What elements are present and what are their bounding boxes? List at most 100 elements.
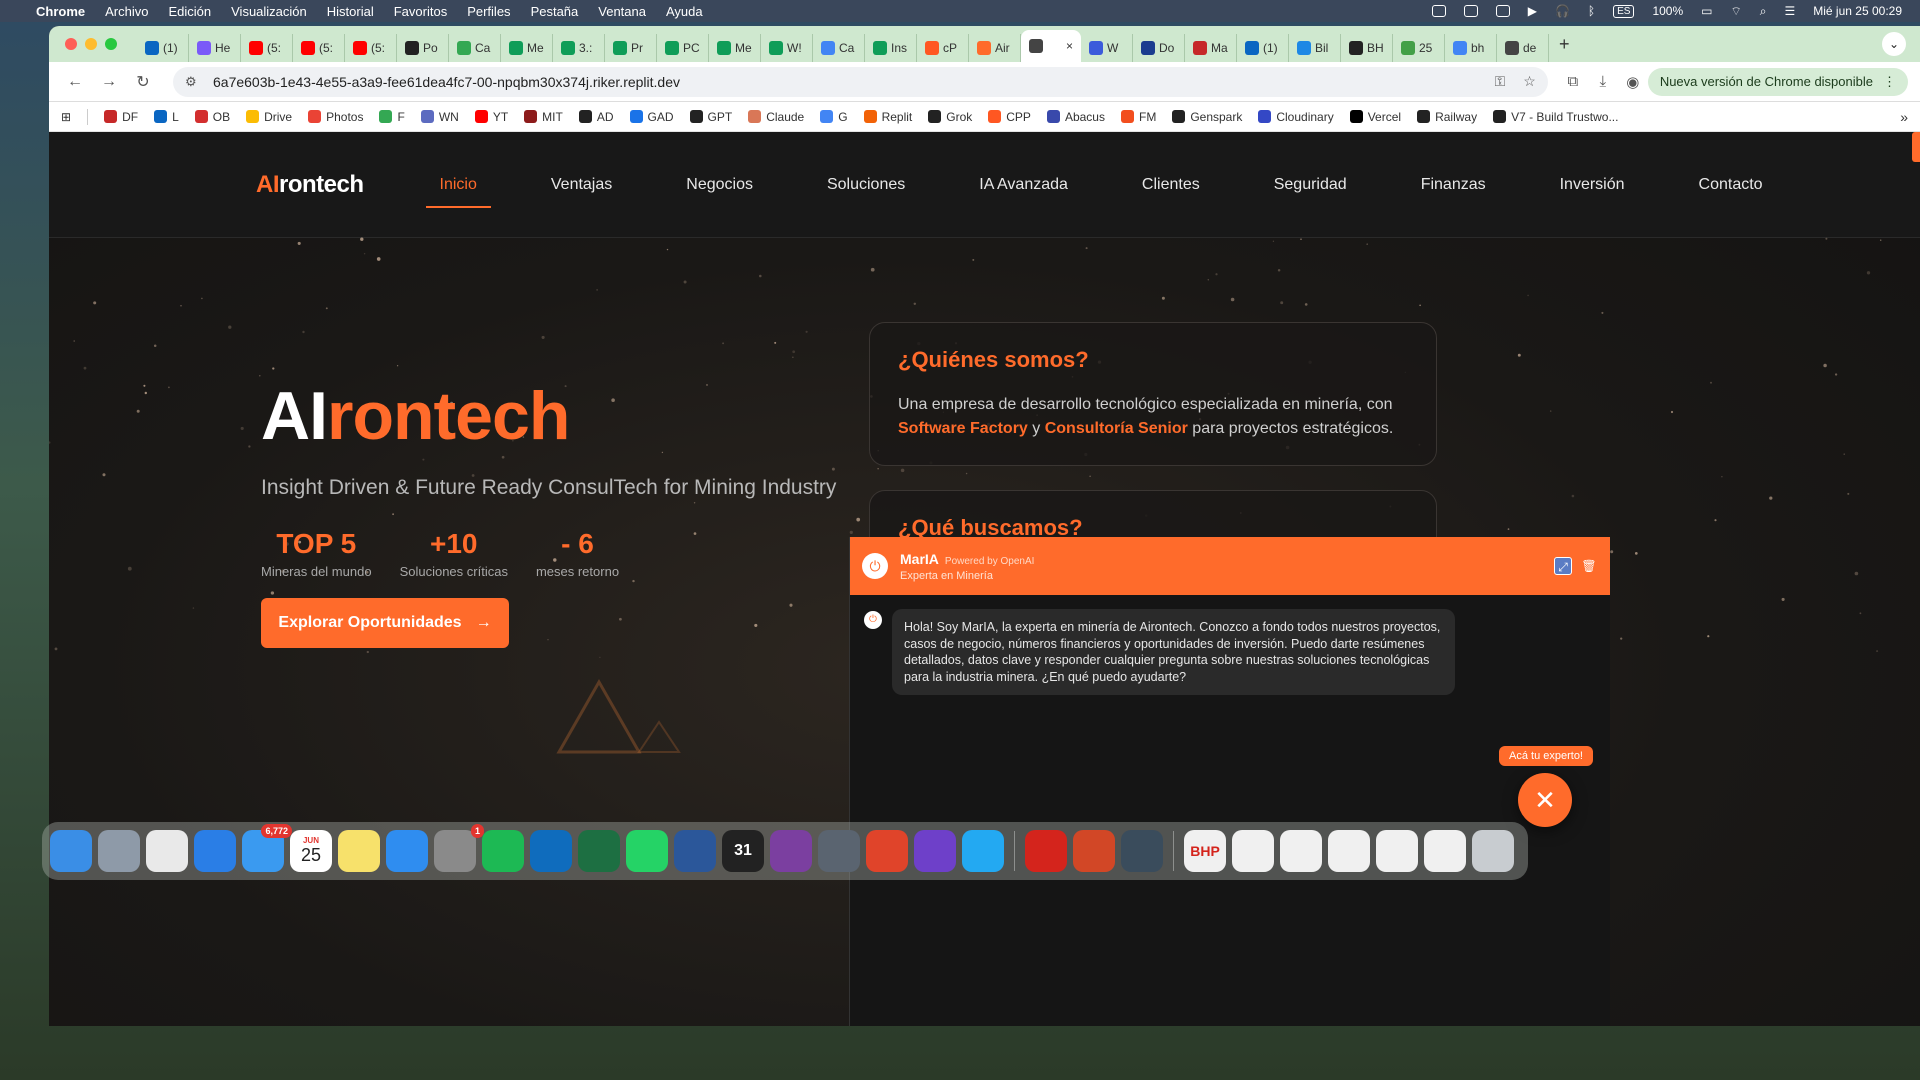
calendar-icon[interactable]: JUN 25 bbox=[290, 830, 332, 872]
browser-tab[interactable]: W bbox=[1081, 34, 1133, 62]
bookmark-item[interactable]: WN bbox=[420, 110, 459, 124]
bookmark-item[interactable]: V7 - Build Trustwo... bbox=[1493, 110, 1618, 124]
expert-tooltip[interactable]: Acá tu experto! bbox=[1499, 746, 1593, 766]
bookmark-item[interactable]: YT bbox=[474, 110, 508, 124]
keynote-icon[interactable] bbox=[386, 830, 428, 872]
spotify-icon[interactable] bbox=[482, 830, 524, 872]
back-icon[interactable]: ← bbox=[61, 73, 89, 91]
menu-item[interactable]: Historial bbox=[327, 4, 374, 19]
launchpad-icon[interactable] bbox=[98, 830, 140, 872]
mail-icon[interactable]: 6,772 bbox=[242, 824, 292, 872]
fantastical-icon[interactable]: 31 bbox=[722, 830, 764, 872]
download-icon[interactable]: ⤓ bbox=[1588, 73, 1618, 90]
bookmark-item[interactable]: CPP bbox=[988, 110, 1031, 124]
bookmark-item[interactable]: G bbox=[820, 110, 848, 124]
browser-tab[interactable]: Bil bbox=[1289, 34, 1341, 62]
doc-4-icon[interactable] bbox=[1376, 830, 1418, 872]
play-icon[interactable]: ▶ bbox=[1528, 4, 1537, 18]
more-bookmarks-icon[interactable]: » bbox=[1900, 109, 1908, 125]
apps-grid-icon[interactable]: ⊞ bbox=[61, 110, 71, 124]
browser-tab[interactable]: (5: bbox=[241, 34, 293, 62]
spotlight-search-icon[interactable]: ⌕ bbox=[1760, 4, 1767, 19]
browser-tab[interactable]: Ca bbox=[813, 34, 865, 62]
bluetooth-icon[interactable]: ᛒ bbox=[1588, 4, 1595, 18]
menu-clock[interactable]: Mié jun 25 00:29 bbox=[1813, 4, 1902, 18]
menu-item[interactable]: Ventana bbox=[598, 4, 646, 19]
bookmark-item[interactable]: AD bbox=[578, 110, 614, 124]
browser-tab[interactable]: bh bbox=[1445, 34, 1497, 62]
site-nav-link[interactable]: Negocios bbox=[672, 166, 767, 204]
browser-tab[interactable]: BH bbox=[1341, 34, 1393, 62]
acrobat-icon[interactable] bbox=[1025, 830, 1067, 872]
menu-item[interactable]: Archivo bbox=[105, 4, 148, 19]
site-nav-link[interactable]: Seguridad bbox=[1260, 166, 1361, 204]
trash-icon[interactable] bbox=[1472, 830, 1514, 872]
bookmark-item[interactable]: Abacus bbox=[1046, 110, 1105, 124]
bookmark-star-icon[interactable]: ☆ bbox=[1523, 73, 1536, 90]
password-key-icon[interactable]: ⚿ bbox=[1495, 73, 1506, 90]
close-tab-icon[interactable]: × bbox=[1066, 39, 1073, 53]
safari-icon[interactable] bbox=[194, 830, 236, 872]
extensions-icon[interactable]: ⧉ bbox=[1558, 73, 1588, 90]
site-nav-link[interactable]: Ventajas bbox=[537, 166, 626, 204]
finder-icon[interactable] bbox=[50, 830, 92, 872]
system-settings-icon[interactable]: 1 bbox=[434, 824, 484, 872]
browser-tab[interactable]: (5: bbox=[293, 34, 345, 62]
bookmark-item[interactable]: Grok bbox=[928, 110, 972, 124]
bookmark-item[interactable]: Replit bbox=[863, 110, 912, 124]
site-info-icon[interactable]: ⚙ bbox=[185, 74, 203, 90]
site-logo[interactable]: AIrontech bbox=[256, 171, 364, 199]
status-icon[interactable] bbox=[1495, 5, 1510, 17]
status-icon[interactable] bbox=[1431, 5, 1446, 17]
powerpoint-icon[interactable] bbox=[1073, 830, 1115, 872]
wifi-icon[interactable]: ⌔ bbox=[1730, 4, 1741, 19]
browser-tab[interactable]: Me bbox=[501, 34, 553, 62]
menu-item[interactable]: Pestaña bbox=[531, 4, 579, 19]
menu-item[interactable]: Edición bbox=[168, 4, 211, 19]
browser-tab[interactable]: Do bbox=[1133, 34, 1185, 62]
outlook-icon[interactable] bbox=[530, 830, 572, 872]
browser-tab[interactable]: Ins bbox=[865, 34, 917, 62]
close-window-button[interactable] bbox=[65, 38, 77, 50]
new-tab-button[interactable]: + bbox=[1559, 34, 1570, 55]
bookmark-item[interactable]: L bbox=[154, 110, 179, 124]
browser-tab[interactable]: W! bbox=[761, 34, 813, 62]
notes-icon[interactable] bbox=[338, 830, 380, 872]
menu-item[interactable]: Visualización bbox=[231, 4, 307, 19]
site-nav-link[interactable]: Soluciones bbox=[813, 166, 919, 204]
trash-icon[interactable]: 🗑 bbox=[1580, 557, 1598, 575]
status-icon[interactable] bbox=[1463, 5, 1478, 17]
bookmark-item[interactable]: Photos bbox=[308, 110, 363, 124]
site-nav-link[interactable]: IA Avanzada bbox=[965, 166, 1082, 204]
menu-item[interactable]: Perfiles bbox=[467, 4, 510, 19]
forward-icon[interactable]: → bbox=[95, 73, 123, 91]
expand-chat-icon[interactable]: ⤢ bbox=[1554, 557, 1572, 575]
app-x-icon[interactable] bbox=[866, 830, 908, 872]
browser-tab[interactable]: PC bbox=[657, 34, 709, 62]
scrollbar-thumb[interactable] bbox=[1912, 132, 1920, 162]
menu-item[interactable]: Ayuda bbox=[666, 4, 703, 19]
screen-recorder-icon[interactable] bbox=[770, 830, 812, 872]
browser-tab[interactable]: (1) bbox=[137, 34, 189, 62]
whatsapp-icon[interactable] bbox=[626, 830, 668, 872]
bookmark-item[interactable]: Drive bbox=[246, 110, 292, 124]
bookmark-item[interactable]: GAD bbox=[629, 110, 674, 124]
bookmark-item[interactable]: GPT bbox=[689, 110, 732, 124]
bookmark-item[interactable]: DF bbox=[104, 110, 138, 124]
site-nav-link[interactable]: Finanzas bbox=[1407, 166, 1500, 204]
doc-3-icon[interactable] bbox=[1328, 830, 1370, 872]
chrome-update-button[interactable]: Nueva versión de Chrome disponible ⋮ bbox=[1647, 67, 1908, 96]
headphones-icon[interactable]: 🎧 bbox=[1555, 4, 1570, 18]
bookmark-item[interactable]: Claude bbox=[748, 110, 804, 124]
bookmark-item[interactable]: Railway bbox=[1417, 110, 1477, 124]
reload-icon[interactable]: ↻ bbox=[129, 72, 157, 92]
doc-5-icon[interactable] bbox=[1424, 830, 1466, 872]
chrome-icon[interactable] bbox=[146, 830, 188, 872]
menu-item[interactable]: Favoritos bbox=[394, 4, 447, 19]
browser-tab[interactable]: Pr bbox=[605, 34, 657, 62]
vscode-icon[interactable] bbox=[962, 830, 1004, 872]
browser-tab[interactable]: He bbox=[189, 34, 241, 62]
browser-tab[interactable]: de bbox=[1497, 34, 1549, 62]
control-center-icon[interactable]: ☰ bbox=[1785, 4, 1796, 18]
zoom-window-button[interactable] bbox=[105, 38, 117, 50]
